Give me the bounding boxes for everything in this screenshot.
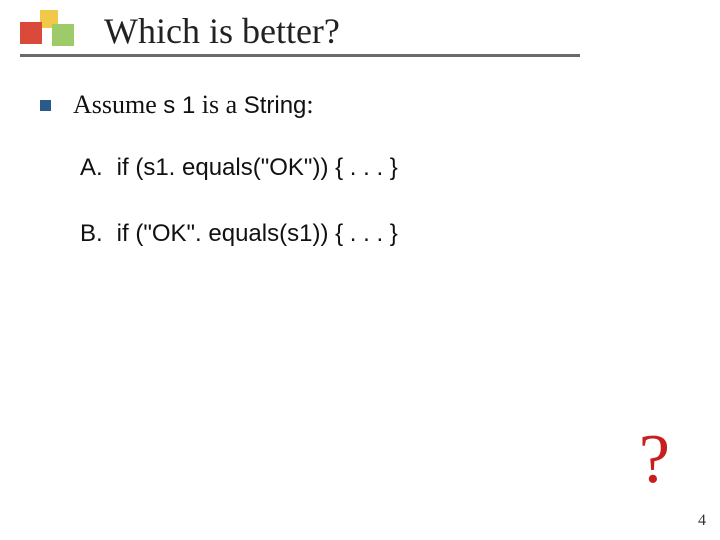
title-decor-icon (20, 10, 82, 52)
option-a-label: A. (80, 154, 110, 182)
assume-text: Assume s 1 is a String: (73, 90, 314, 120)
slide-body: Assume s 1 is a String: A. if (s1. equal… (40, 90, 680, 286)
bullet-icon (40, 100, 51, 111)
assume-prefix: Assume (73, 90, 163, 119)
option-a-code: if (s1. equals("OK")) { . . . } (117, 154, 398, 181)
question-mark: ? (639, 420, 670, 500)
slide: Which is better? Assume s 1 is a String:… (0, 0, 720, 540)
option-b-code: if ("OK". equals(s1)) { . . . } (117, 220, 398, 247)
square-red-icon (20, 22, 42, 44)
slide-title: Which is better? (104, 10, 340, 52)
option-a: A. if (s1. equals("OK")) { . . . } (80, 154, 680, 182)
assume-mid: is a (195, 90, 243, 119)
page-number: 4 (698, 512, 706, 530)
option-b-label: B. (80, 220, 110, 248)
assume-var: s 1 (163, 92, 195, 119)
bullet-line: Assume s 1 is a String: (40, 90, 680, 120)
option-b: B. if ("OK". equals(s1)) { . . . } (80, 220, 680, 248)
assume-type: String (244, 92, 307, 119)
square-green-icon (52, 24, 74, 46)
title-block: Which is better? (20, 10, 340, 52)
title-underline (20, 54, 580, 57)
assume-suffix: : (306, 90, 313, 119)
